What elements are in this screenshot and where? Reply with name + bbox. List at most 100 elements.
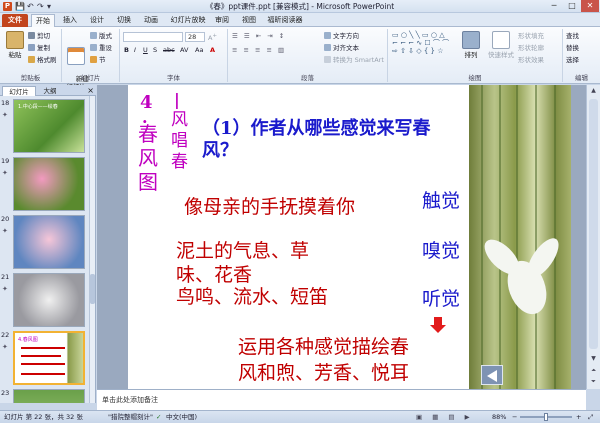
shape-fill-button[interactable]: 形状填充 [518, 32, 544, 41]
reset-button[interactable]: 重设 [90, 44, 112, 53]
tab-slideshow[interactable]: 幻灯片放映 [168, 14, 208, 27]
shape-outline-button[interactable]: 形状轮廓 [518, 44, 544, 53]
close-button[interactable]: ✕ [581, 0, 599, 12]
scroll-down-icon[interactable]: ▼ [587, 353, 600, 364]
question-line-1: （1）作者从哪些感觉来写春 [202, 118, 431, 139]
text-direction-button[interactable]: 文字方向 [324, 32, 359, 41]
slide-counter: 幻灯片 第 22 张，共 32 张 [4, 413, 83, 421]
paste-icon [6, 31, 24, 49]
underline-button[interactable]: U [143, 46, 148, 55]
tab-slides-pane[interactable]: 幻灯片 [2, 86, 36, 96]
tab-design[interactable]: 设计 [85, 14, 109, 27]
tab-file[interactable]: 文件 [2, 14, 28, 27]
spellcheck-icon[interactable]: ✓ [156, 411, 161, 423]
zoom-slider[interactable] [520, 413, 572, 421]
italic-button[interactable]: I [134, 46, 136, 55]
font-size-field[interactable]: 28 [185, 32, 205, 42]
font-color-button[interactable]: A [210, 46, 215, 55]
thumbnail-slide-23[interactable]: 23 [0, 389, 90, 403]
section-icon [90, 56, 97, 63]
thumbnail-slide-22[interactable]: 22 ✦ 4.春风图 [0, 331, 90, 389]
format-painter-button[interactable]: 格式刷 [28, 56, 57, 65]
scroll-up-icon[interactable]: ▲ [587, 85, 600, 96]
list-buttons[interactable]: ☰ ☰ ⇤ ⇥ ↕ [232, 32, 286, 41]
title-bar: P 💾 ↶ ↷ ▾ 《春》ppt课件.ppt [兼容模式] - Microsof… [0, 0, 600, 13]
smell-example-line-1: 泥土的气息、草 [176, 240, 310, 262]
tab-review[interactable]: 审阅 [210, 14, 234, 27]
animation-star-icon: ✦ [2, 227, 8, 235]
tab-transitions[interactable]: 切换 [112, 14, 136, 27]
copy-button[interactable]: 复制 [28, 44, 50, 53]
hearing-example: 鸟鸣、流水、短笛 [176, 286, 329, 308]
thumbnail-slide-18[interactable]: 18 ✦ 1.中心段——绘春 [0, 99, 90, 157]
quick-styles-button[interactable]: 快速样式 [486, 31, 516, 59]
view-buttons[interactable]: ▣ ▦ ▤ ▶ [416, 411, 474, 423]
strikethrough-button[interactable]: abc [163, 46, 175, 55]
cut-button[interactable]: 剪切 [28, 32, 50, 41]
shape-effects-button[interactable]: 形状效果 [518, 56, 544, 65]
subtitle-char-1: 风 [171, 110, 188, 130]
paste-button[interactable]: 粘贴 [2, 31, 28, 59]
scissors-icon [28, 32, 35, 39]
pane-tabs: 幻灯片 大纲 × [0, 85, 96, 96]
shapes-gallery[interactable]: ▭ ○ ╲ ╲ ▭ ○ △ ⌐ ⌐ ⌐ ∿ ☐ ⌒ ⌒ ⇨ ⇧ ⇩ ◇ { } ☆ [392, 31, 449, 55]
smell-sense-label: 嗅觉 [422, 240, 461, 262]
slide-scrollbar[interactable]: ▲ ▼ ⏶ ⏷ [586, 85, 600, 389]
subtitle-char-3: 春 [171, 152, 188, 172]
font-group-label: 字体 [167, 74, 180, 82]
convert-smartart-button[interactable]: 转换为 SmartArt [324, 56, 384, 65]
character-spacing-button[interactable]: AV [180, 46, 188, 55]
zoom-in-button[interactable]: + [576, 411, 581, 423]
arrange-button[interactable]: 排列 [458, 31, 484, 59]
redo-icon[interactable]: ↷ [37, 2, 44, 11]
tab-insert[interactable]: 插入 [58, 14, 82, 27]
font-name-field[interactable] [123, 32, 183, 42]
layout-button[interactable]: 版式 [90, 32, 112, 41]
scrollbar-thumb[interactable] [589, 99, 598, 349]
undo-icon[interactable]: ↶ [27, 2, 34, 11]
theme-name[interactable]: "猎院整帽刻计" [108, 411, 153, 423]
summary-line-2: 风和煦、芳香、悦耳 [238, 362, 410, 384]
thumbnail-slide-21[interactable]: 21 ✦ [0, 273, 90, 331]
select-button[interactable]: 选择 [566, 56, 579, 65]
align-buttons[interactable]: ≡ ≡ ≡ ≡ ▥ [232, 46, 286, 55]
fit-to-window-icon[interactable]: ⤢ [588, 411, 593, 423]
next-slide-icon[interactable]: ⏷ [587, 376, 600, 387]
thumbnail-slide-19[interactable]: 19 ✦ [0, 157, 90, 215]
slides-group: 新建 幻灯片 版式 重设 节 幻灯片 [62, 29, 120, 91]
thumbnail-slide-20[interactable]: 20 ✦ [0, 215, 90, 273]
tab-home[interactable]: 开始 [31, 14, 55, 27]
quick-styles-icon [492, 31, 510, 49]
tab-animations[interactable]: 动画 [139, 14, 163, 27]
customize-toolbar-icon[interactable]: ▾ [47, 2, 51, 11]
tab-view[interactable]: 视图 [237, 14, 261, 27]
find-button[interactable]: 查找 [566, 32, 579, 41]
previous-slide-icon[interactable]: ⏶ [587, 365, 600, 376]
close-pane-icon[interactable]: × [87, 85, 94, 96]
section-button[interactable]: 节 [90, 56, 106, 65]
zoom-level[interactable]: 88% [492, 411, 506, 423]
replace-button[interactable]: 替换 [566, 44, 579, 53]
tab-outline-pane[interactable]: 大纲 [38, 86, 62, 96]
language-indicator[interactable]: 中文(中国) [166, 411, 197, 423]
shadow-button[interactable]: S [153, 46, 157, 55]
zoom-out-button[interactable]: − [512, 411, 517, 423]
slide-canvas[interactable]: 4 . 春 风 图 | 风 唱 春 （1）作者从哪些感觉来写春 风？ 像母亲的手… [128, 85, 571, 389]
ribbon-tabs: 文件 开始 插入 设计 切换 动画 幻灯片放映 审阅 视图 福昕阅读器 [0, 13, 600, 27]
new-slide-icon [67, 47, 85, 65]
bold-button[interactable]: B [124, 46, 129, 55]
tab-foxit-reader[interactable]: 福昕阅读器 [264, 14, 306, 27]
notes-pane[interactable]: 单击此处添加备注 [97, 389, 586, 410]
maximize-button[interactable]: □ [563, 0, 581, 12]
notes-placeholder[interactable]: 单击此处添加备注 [102, 395, 158, 405]
save-icon[interactable]: 💾 [15, 2, 25, 11]
font-group: 28 A+ B I U S abc AV Aa A 字体 [120, 29, 228, 82]
editing-group: 查找 替换 选择 编辑 [563, 29, 600, 82]
previous-slide-nav-button[interactable] [481, 365, 503, 385]
change-case-button[interactable]: Aa [195, 46, 203, 55]
title-char-1: 春 [138, 122, 158, 146]
minimize-button[interactable]: ─ [545, 0, 563, 12]
align-text-button[interactable]: 对齐文本 [324, 44, 359, 53]
grow-font-icon[interactable]: A+ [208, 32, 217, 42]
thumbnail-scrollbar[interactable] [89, 96, 95, 403]
